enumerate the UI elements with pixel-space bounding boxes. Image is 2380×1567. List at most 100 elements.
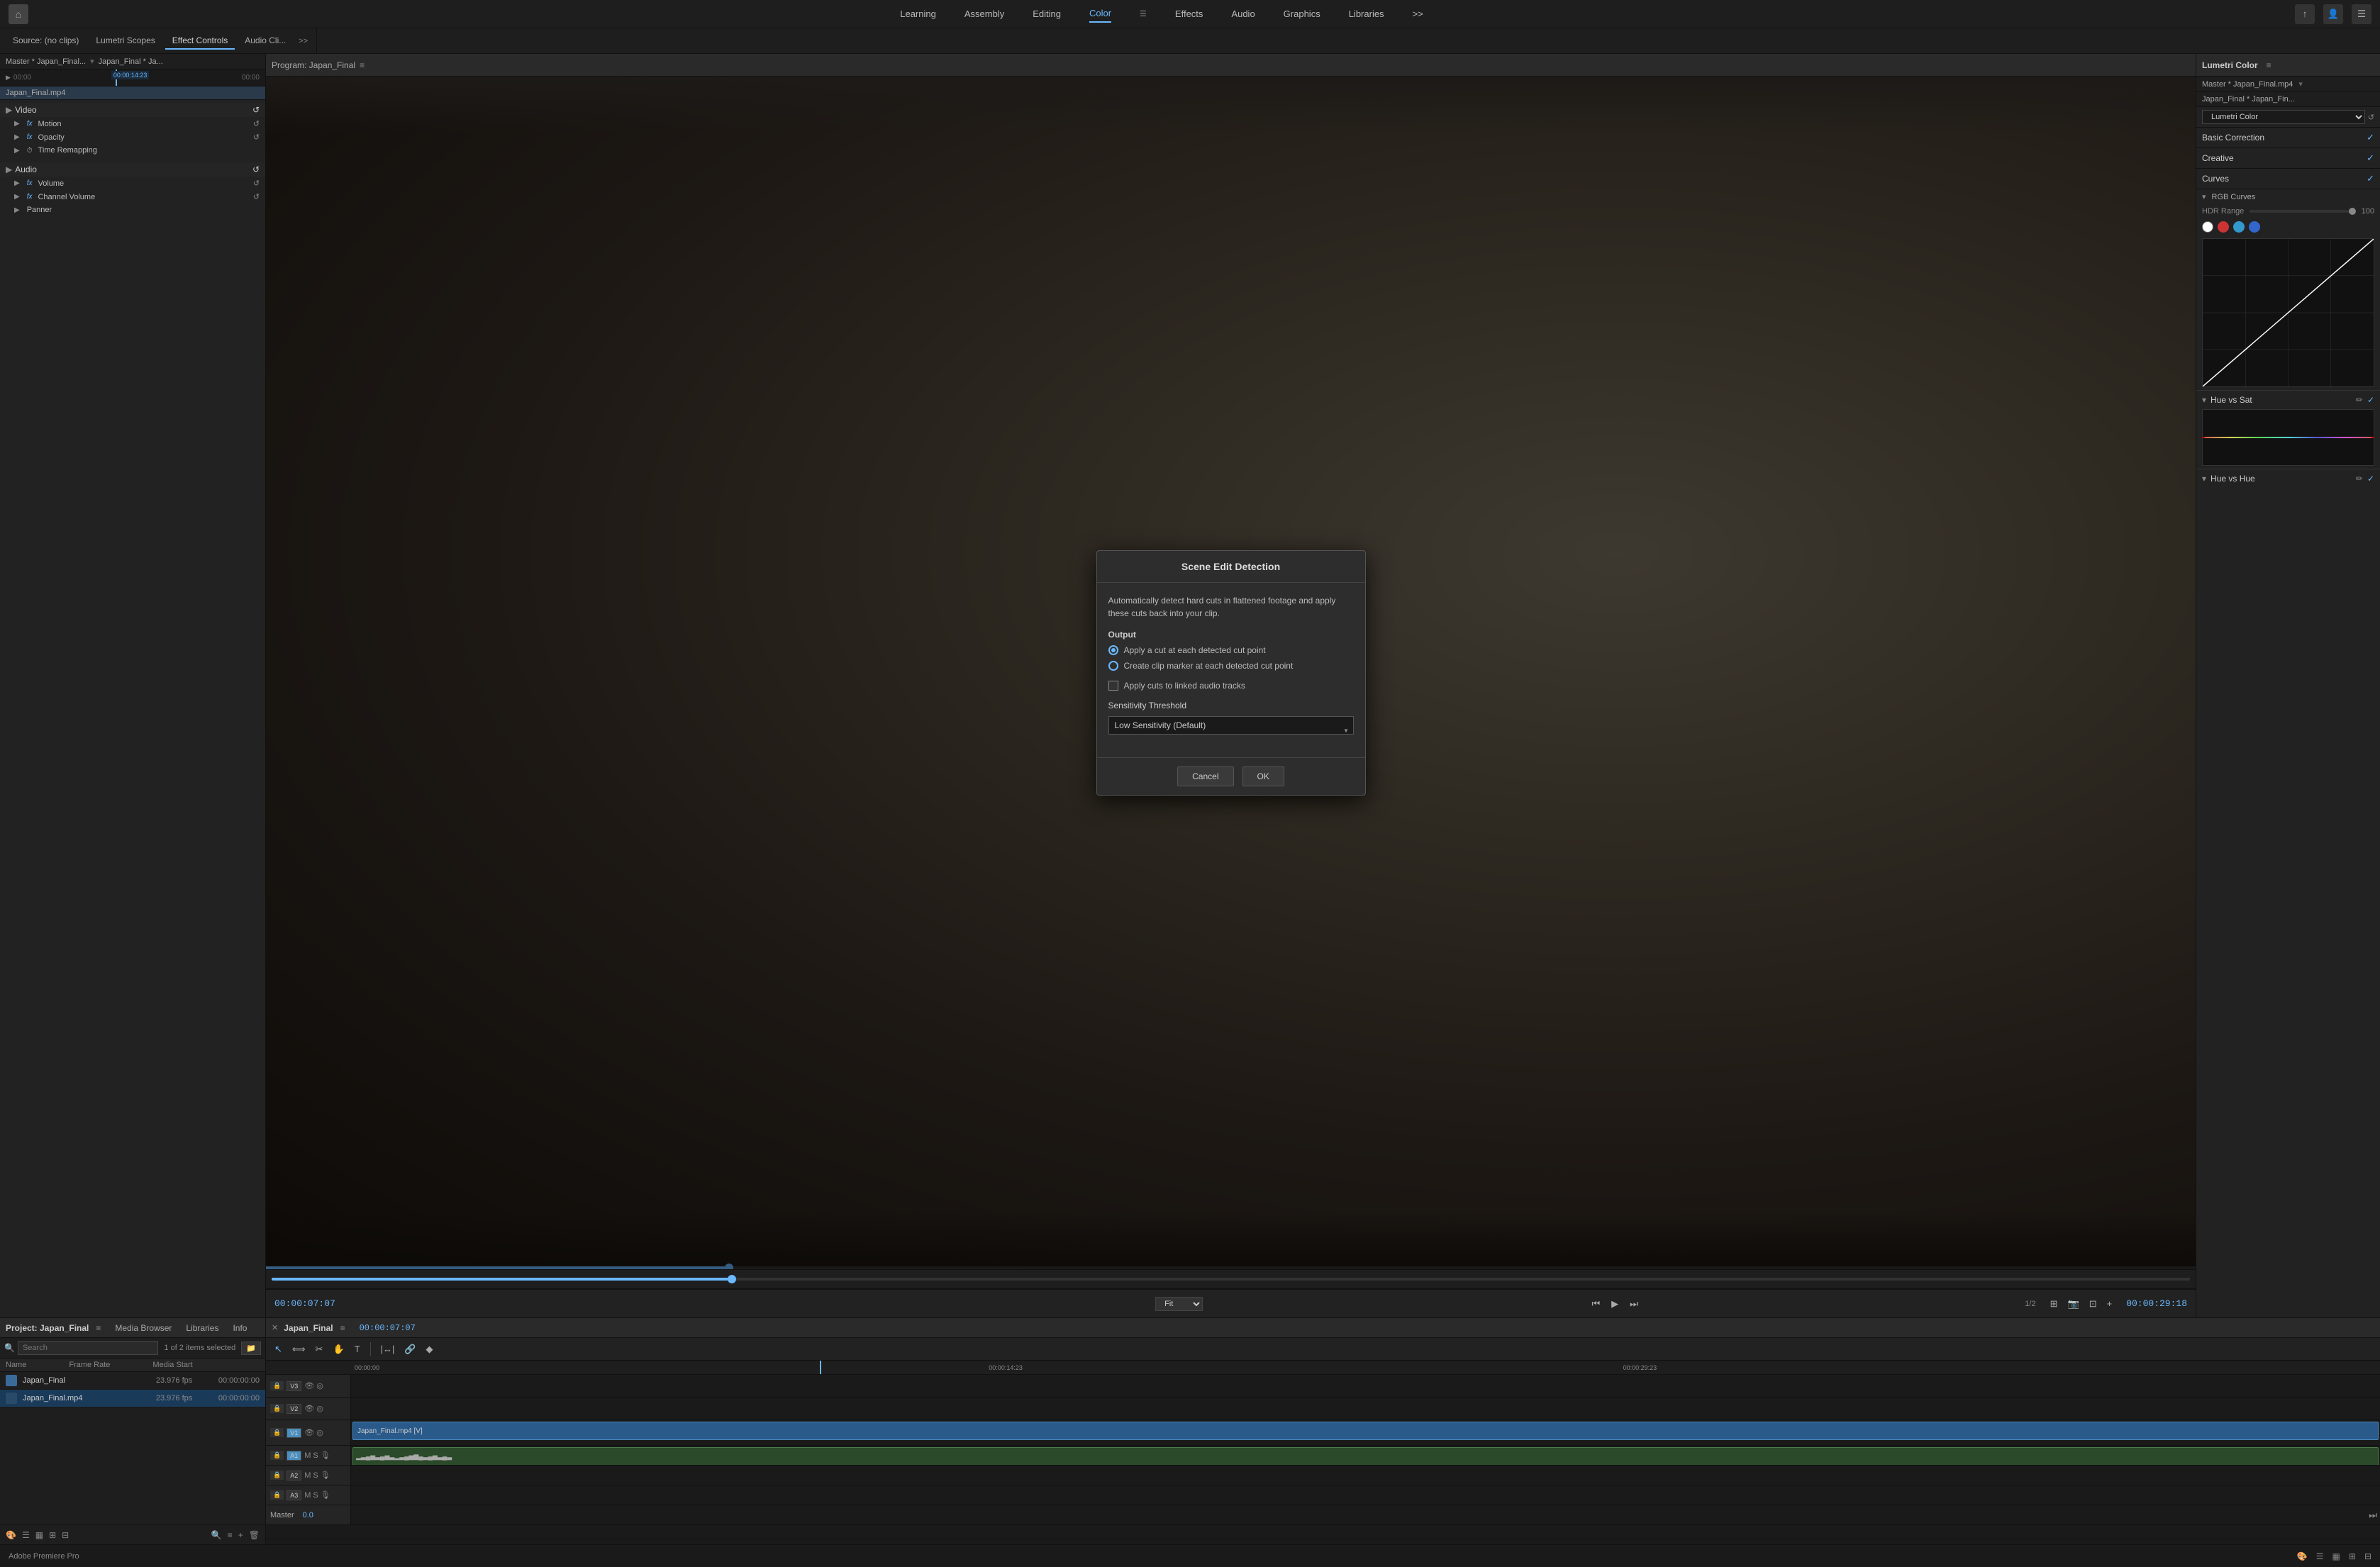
radio-apply-cut[interactable]: Apply a cut at each detected cut point [1108,645,1354,655]
curves-check[interactable]: ✓ [2367,173,2374,184]
creative-check[interactable]: ✓ [2367,152,2374,164]
motion-reset-icon[interactable]: ↺ [253,119,260,128]
v3-target-icon[interactable]: ◎ [316,1381,323,1390]
bins-button[interactable]: ≡ [228,1530,233,1540]
hue-sat-section[interactable]: ▾ Hue vs Sat ✏ ✓ [2196,390,2380,409]
basic-correction-check[interactable]: ✓ [2367,132,2374,143]
basic-correction-section[interactable]: Basic Correction ✓ [2196,128,2380,148]
tab-info[interactable]: Info [233,1323,247,1333]
v3-eye-icon[interactable]: 👁 [304,1381,314,1390]
color-dot-green[interactable] [2233,221,2245,233]
tab-libraries[interactable]: Libraries [186,1323,218,1333]
tab-source[interactable]: Source: (no clips) [6,33,86,50]
snap-button[interactable]: 📷 [2065,1297,2082,1311]
color-dot-blue[interactable] [2249,221,2260,233]
sensitivity-select[interactable]: Low Sensitivity (Default) Medium Sensiti… [1108,716,1354,735]
video-section-header[interactable]: ▶ Video ↺ [0,103,265,117]
nav-learning[interactable]: Learning [900,6,936,22]
v2-target-icon[interactable]: ◎ [316,1404,323,1413]
nav-color-menu-icon[interactable]: ☰ [1140,9,1147,18]
a1-s-btn[interactable]: S [313,1451,318,1460]
a2-name-btn[interactable]: A2 [287,1471,301,1480]
play-pause-button[interactable]: ▶ [1608,1297,1621,1311]
hue-sat-collapse-icon[interactable]: ▾ [2202,395,2206,405]
a2-mic-icon[interactable]: 🎙 [321,1471,330,1480]
add-button[interactable]: + [2104,1297,2115,1310]
hue-vs-hue-collapse-icon[interactable]: ▾ [2202,474,2206,484]
fit-dropdown[interactable]: Fit 25% 50% 100% [1155,1297,1203,1311]
menu-button[interactable]: ☰ [2352,4,2371,24]
video-section-reset[interactable]: ↺ [252,105,260,115]
tab-effect-controls[interactable]: Effect Controls [165,33,235,50]
a3-lock-btn[interactable]: 🔒 [270,1490,284,1500]
radio-clip-marker-circle[interactable] [1108,661,1118,671]
clip-dropdown-arrow[interactable]: ▾ [90,57,94,66]
home-icon[interactable]: ⌂ [9,4,28,24]
v2-lock-btn[interactable]: 🔒 [270,1404,284,1413]
panel-more-icon[interactable]: >> [296,34,311,48]
v1-eye-icon[interactable]: 👁 [304,1428,314,1437]
a3-s-btn[interactable]: S [313,1491,318,1500]
opacity-reset-icon[interactable]: ↺ [253,133,260,142]
linked-selection-btn[interactable]: 🔗 [401,1342,418,1356]
v2-name-btn[interactable]: V2 [287,1404,301,1414]
icon-view-button[interactable]: ▦ [35,1530,43,1540]
v3-name-btn[interactable]: V3 [287,1381,301,1391]
project-search-input[interactable] [18,1341,158,1355]
status-bins-btn[interactable]: ⊞ [2349,1551,2356,1561]
hue-vs-hue-check-icon[interactable]: ✓ [2367,474,2374,484]
a2-lock-btn[interactable]: 🔒 [270,1471,284,1480]
v1-name-btn[interactable]: V1 [287,1428,301,1438]
rgb-curves-collapse-icon[interactable]: ▾ [2202,192,2206,201]
project-item-sequence[interactable]: Japan_Final 23.976 fps 00:00:00:00 [0,1372,265,1390]
hand-tool[interactable]: ✋ [330,1342,347,1356]
program-scrub-track[interactable] [272,1278,2190,1281]
color-dot-red[interactable] [2218,221,2229,233]
hue-sat-pencil-icon[interactable]: ✏ [2356,395,2363,405]
status-clip-btn[interactable]: ⊟ [2364,1551,2371,1561]
checkbox-linked-audio-box[interactable] [1108,681,1118,691]
lumetri-menu-icon[interactable]: ≡ [2267,60,2271,70]
motion-chevron[interactable]: ▶ [14,120,20,128]
a1-name-btn[interactable]: A1 [287,1451,301,1461]
safe-margins-button[interactable]: ⊞ [2047,1297,2061,1311]
status-list-btn[interactable]: ☰ [2316,1551,2324,1561]
project-item-video[interactable]: Japan_Final.mp4 23.976 fps 00:00:00:00 [0,1390,265,1407]
v3-lock-btn[interactable]: 🔒 [270,1381,284,1390]
lumetri-clip-arrow[interactable]: ▾ [2298,79,2303,89]
v1-content[interactable]: Japan_Final.mp4 [V] [351,1420,2380,1445]
search-footer-button[interactable]: 🔍 [211,1530,222,1540]
hue-sat-check-icon[interactable]: ✓ [2367,395,2374,405]
project-menu-icon[interactable]: ≡ [96,1323,101,1333]
hue-vs-hue-pencil-icon[interactable]: ✏ [2356,474,2363,484]
tab-media-browser[interactable]: Media Browser [115,1323,172,1333]
nav-libraries[interactable]: Libraries [1349,6,1384,22]
time-remapping-chevron[interactable]: ▶ [14,147,20,155]
program-scrub-handle[interactable] [728,1275,736,1283]
panner-chevron[interactable]: ▶ [14,206,20,214]
export-button[interactable]: ↑ [2295,4,2315,24]
master-end-icon[interactable]: ⏭ [2369,1510,2377,1521]
radio-apply-cut-circle[interactable] [1108,645,1118,655]
hdr-slider-handle[interactable] [2349,208,2356,215]
type-tool[interactable]: T [352,1342,363,1356]
a1-mic-icon[interactable]: 🎙 [321,1451,330,1460]
radio-clip-marker[interactable]: Create clip marker at each detected cut … [1108,661,1354,671]
status-grid-btn[interactable]: ▦ [2332,1551,2340,1561]
v2-eye-icon[interactable]: 👁 [304,1404,314,1413]
status-color-btn[interactable]: 🎨 [2297,1551,2308,1561]
compare-button[interactable]: ⊡ [2086,1297,2100,1311]
ruler-play-btn[interactable]: ▶ [6,74,11,82]
sort-button[interactable]: ⊟ [62,1530,69,1540]
nav-audio[interactable]: Audio [1231,6,1255,22]
a3-m-btn[interactable]: M [304,1491,311,1500]
program-monitor-menu-icon[interactable]: ≡ [360,60,365,70]
checkbox-linked-audio[interactable]: Apply cuts to linked audio tracks [1108,681,1354,691]
audio-section-header[interactable]: ▶ Audio ↺ [0,162,265,177]
razor-tool[interactable]: ✂ [313,1342,326,1356]
list-view-button[interactable]: ☰ [22,1530,30,1540]
nav-editing[interactable]: Editing [1033,6,1061,22]
new-bin-button[interactable]: 📁 [241,1342,261,1355]
a1-m-btn[interactable]: M [304,1451,311,1460]
v1-lock-btn[interactable]: 🔒 [270,1428,284,1437]
